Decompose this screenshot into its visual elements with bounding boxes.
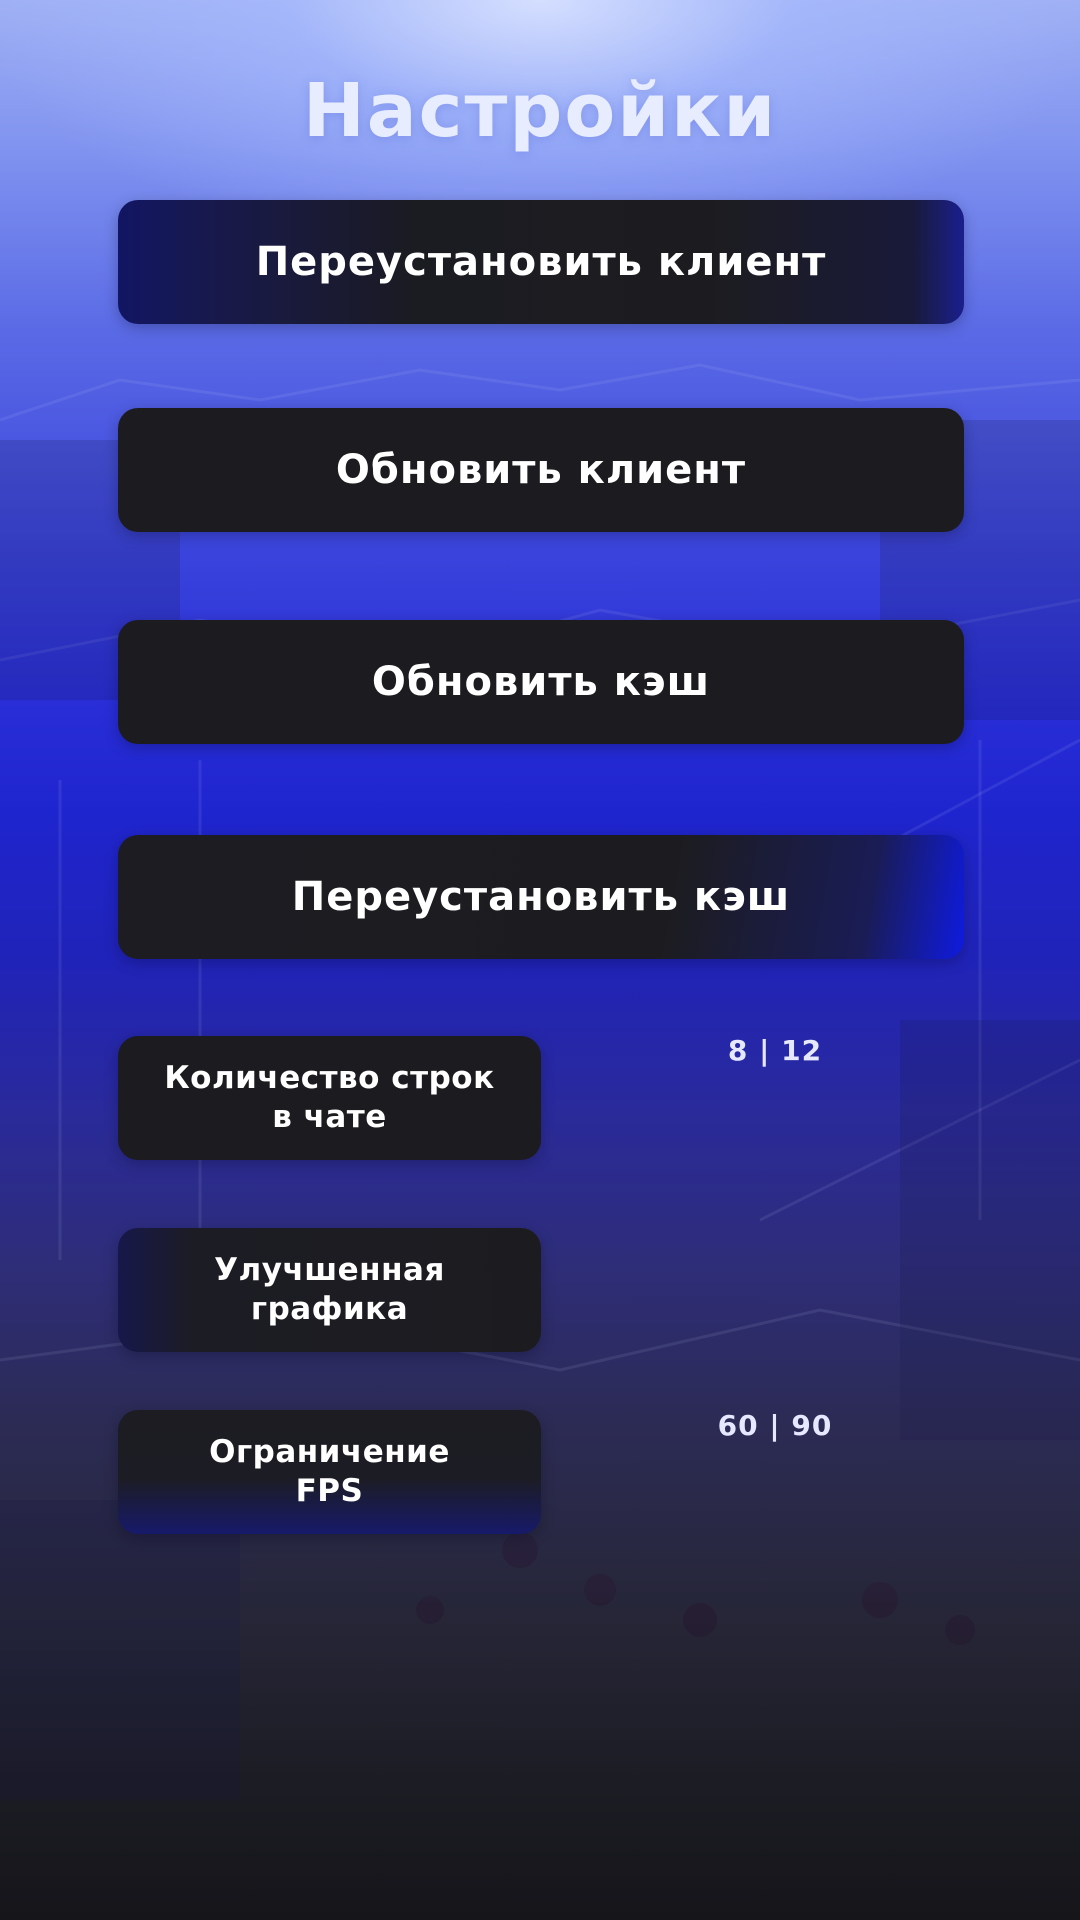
update-cache-label: Обновить кэш — [371, 659, 711, 705]
update-cache-button[interactable]: Обновить кэш — [118, 620, 964, 744]
improved-graphics-label: Улучшенная графика — [214, 1251, 445, 1329]
fps-limit-setting-button[interactable]: Ограничение FPS — [118, 1410, 541, 1534]
reinstall-cache-button[interactable]: Переустановить кэш — [118, 835, 964, 959]
reinstall-client-label: Переустановить клиент — [255, 239, 827, 285]
improved-graphics-label-line1: Улучшенная — [214, 1252, 445, 1288]
chat-lines-label-line2: в чате — [272, 1099, 387, 1135]
page-title: Настройки — [302, 68, 778, 154]
update-client-label: Обновить клиент — [335, 447, 747, 493]
update-client-button[interactable]: Обновить клиент — [118, 408, 964, 532]
chat-lines-value-toggle[interactable]: 8 | 12 — [655, 1034, 895, 1067]
reinstall-cache-label: Переустановить кэш — [291, 874, 791, 920]
fps-limit-label-line1: Ограничение — [209, 1434, 450, 1470]
improved-graphics-label-line2: графика — [250, 1291, 409, 1327]
reinstall-client-button[interactable]: Переустановить клиент — [118, 200, 964, 324]
chat-lines-label: Количество строк в чате — [164, 1059, 494, 1137]
improved-graphics-setting-button[interactable]: Улучшенная графика — [118, 1228, 541, 1352]
chat-lines-setting-button[interactable]: Количество строк в чате — [118, 1036, 541, 1160]
fps-limit-value-toggle[interactable]: 60 | 90 — [655, 1409, 895, 1442]
fps-limit-label-line2: FPS — [295, 1473, 364, 1509]
fps-limit-label: Ограничение FPS — [209, 1433, 450, 1511]
chat-lines-label-line1: Количество строк — [164, 1060, 495, 1096]
